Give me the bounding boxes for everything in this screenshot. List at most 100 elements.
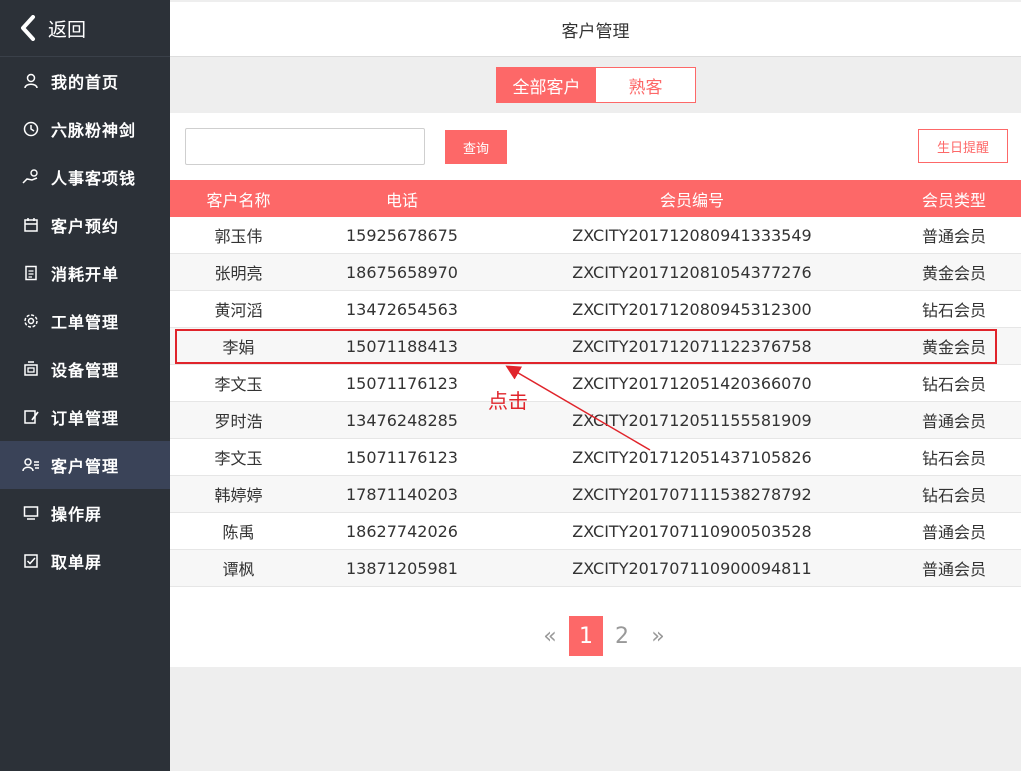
cell-name: 黄河滔	[214, 301, 263, 320]
sidebar-item-pickup-screen[interactable]: 取单屏	[0, 537, 170, 585]
cell-member-type: 钻石会员	[921, 449, 986, 468]
edit-document-icon	[22, 408, 40, 426]
cell-member-id: ZXCITY201712080945312300	[572, 299, 812, 319]
cell-member-type: 钻石会员	[921, 301, 986, 320]
gear-icon	[22, 312, 40, 330]
sidebar-item-label: 客户预约	[51, 217, 120, 236]
table-row[interactable]: 韩婷婷 17871140203 ZXCITY201707111538278792 钻石…	[170, 476, 1021, 513]
sidebar-item-label: 取单屏	[51, 553, 103, 572]
sidebar-item-label: 客户管理	[51, 457, 120, 476]
cell-name: 罗时浩	[214, 412, 263, 431]
checkbox-icon	[22, 552, 40, 570]
main-content: 查询 生日提醒 客户名称 电话 会员编号 会员类型 郭玉伟 15925678675…	[170, 113, 1021, 667]
cell-name: 李文玉	[214, 375, 263, 394]
cell-member-type: 钻石会员	[921, 375, 986, 394]
cell-member-id: ZXCITY201712051420366070	[572, 373, 812, 393]
cell-member-id: ZXCITY201712071122376758	[572, 336, 812, 356]
cell-phone: 17871140203	[346, 484, 458, 504]
table-row[interactable]: 李文玉 15071176123 ZXCITY201712051420366070 钻石…	[170, 365, 1021, 402]
cell-member-id: ZXCITY201707110900503528	[572, 521, 812, 541]
cell-phone: 15071188413	[346, 336, 458, 356]
sidebar-item-customers[interactable]: 客户管理	[0, 441, 170, 489]
cell-member-type: 普通会员	[921, 560, 986, 579]
table-row[interactable]: 陈禹 18627742026 ZXCITY201707110900503528 普通会…	[170, 513, 1021, 550]
sidebar-item-consume-order[interactable]: 消耗开单	[0, 249, 170, 297]
tabs-area: 全部客户 熟客	[170, 57, 1021, 113]
cell-phone: 15925678675	[346, 225, 458, 245]
cell-member-type: 普通会员	[921, 412, 986, 431]
user-icon	[22, 72, 40, 90]
cell-member-type: 钻石会员	[921, 486, 986, 505]
sidebar-item-hr[interactable]: 人事客项钱	[0, 153, 170, 201]
column-header-phone: 电话	[385, 190, 418, 210]
page-title: 客户管理	[561, 21, 630, 42]
monitor-icon	[22, 504, 40, 522]
sidebar-item-device[interactable]: 设备管理	[0, 345, 170, 393]
tab-all-customers[interactable]: 全部客户	[497, 68, 596, 102]
cell-name: 韩婷婷	[214, 486, 263, 505]
customer-table: 客户名称 电话 会员编号 会员类型 郭玉伟 15925678675 ZXCITY20…	[170, 180, 1021, 587]
next-page-button[interactable]: »	[641, 616, 675, 656]
prev-page-button[interactable]: «	[533, 616, 567, 656]
cell-name: 张明亮	[214, 264, 263, 283]
table-row[interactable]: 张明亮 18675658970 ZXCITY201712081054377276 黄金…	[170, 254, 1021, 291]
cell-member-type: 黄金会员	[921, 264, 986, 283]
document-icon	[22, 264, 40, 282]
cell-name: 郭玉伟	[214, 227, 263, 246]
device-icon	[22, 360, 40, 378]
cell-member-type: 普通会员	[921, 523, 986, 542]
cell-member-id: ZXCITY201712051437105826	[572, 447, 812, 467]
table-row[interactable]: 黄河滔 13472654563 ZXCITY201712080945312300 钻石…	[170, 291, 1021, 328]
query-button[interactable]: 查询	[445, 130, 507, 164]
search-input[interactable]	[185, 128, 425, 165]
calendar-icon	[22, 216, 40, 234]
sidebar-item-order[interactable]: 订单管理	[0, 393, 170, 441]
column-header-member-type: 会员类型	[921, 190, 986, 210]
sidebar-item-label: 我的首页	[51, 73, 120, 92]
cell-name: 谭枫	[222, 560, 255, 579]
tab-regular-customers[interactable]: 熟客	[596, 68, 695, 102]
table-row[interactable]: 李娟 15071188413 ZXCITY201712071122376758 黄金会…	[170, 328, 1021, 365]
page-1-button[interactable]: 1	[569, 616, 603, 656]
column-header-member-id: 会员编号	[659, 190, 724, 210]
sidebar-item-appointment[interactable]: 客户预约	[0, 201, 170, 249]
table-header: 客户名称 电话 会员编号 会员类型	[170, 180, 1021, 217]
sidebar-item-work-order[interactable]: 工单管理	[0, 297, 170, 345]
cell-phone: 13472654563	[346, 299, 458, 319]
sidebar-item-label: 订单管理	[51, 409, 120, 428]
cell-phone: 13871205981	[346, 558, 458, 578]
table-row[interactable]: 郭玉伟 15925678675 ZXCITY201712080941333549 普通…	[170, 217, 1021, 254]
sidebar-item-liumai[interactable]: 六脉粉神剑	[0, 105, 170, 153]
back-button[interactable]: 返回	[0, 0, 170, 57]
sidebar-item-label: 工单管理	[51, 313, 120, 332]
table-row[interactable]: 李文玉 15071176123 ZXCITY201712051437105826 钻石…	[170, 439, 1021, 476]
table-row[interactable]: 罗时浩 13476248285 ZXCITY201712051155581909 普通…	[170, 402, 1021, 439]
back-label: 返回	[48, 18, 87, 41]
cell-member-id: ZXCITY201712080941333549	[572, 225, 812, 245]
sidebar-item-label: 设备管理	[51, 361, 120, 380]
cell-member-type: 普通会员	[921, 227, 986, 246]
sidebar-item-label: 消耗开单	[51, 265, 120, 284]
sidebar-item-operation-screen[interactable]: 操作屏	[0, 489, 170, 537]
header: 客户管理	[170, 2, 1021, 57]
pagination: « 1 2 »	[532, 616, 676, 656]
table-row[interactable]: 谭枫 13871205981 ZXCITY201707110900094811 普通会…	[170, 550, 1021, 587]
sidebar-item-label: 人事客项钱	[51, 169, 137, 188]
cell-phone: 15071176123	[346, 373, 458, 393]
cell-name: 李文玉	[214, 449, 263, 468]
cell-phone: 18675658970	[346, 262, 458, 282]
cell-member-id: ZXCITY201712081054377276	[572, 262, 812, 282]
sidebar: 返回 我的首页 六脉粉神剑 人事客项钱 客户预约 消耗开单 工单管理 设备管理 …	[0, 0, 170, 771]
column-header-name: 客户名称	[206, 190, 271, 210]
customer-filter-tabs: 全部客户 熟客	[496, 67, 696, 103]
cell-phone: 18627742026	[346, 521, 458, 541]
clock-icon	[22, 120, 40, 138]
cell-name: 陈禹	[222, 523, 255, 542]
chevron-left-icon	[20, 14, 40, 42]
click-annotation: 点击	[488, 389, 528, 413]
birthday-reminder-button[interactable]: 生日提醒	[918, 129, 1008, 163]
cell-member-id: ZXCITY201712051155581909	[572, 410, 812, 430]
page-2-button[interactable]: 2	[605, 616, 639, 656]
hand-coin-icon	[22, 168, 40, 186]
sidebar-item-home[interactable]: 我的首页	[0, 57, 170, 105]
